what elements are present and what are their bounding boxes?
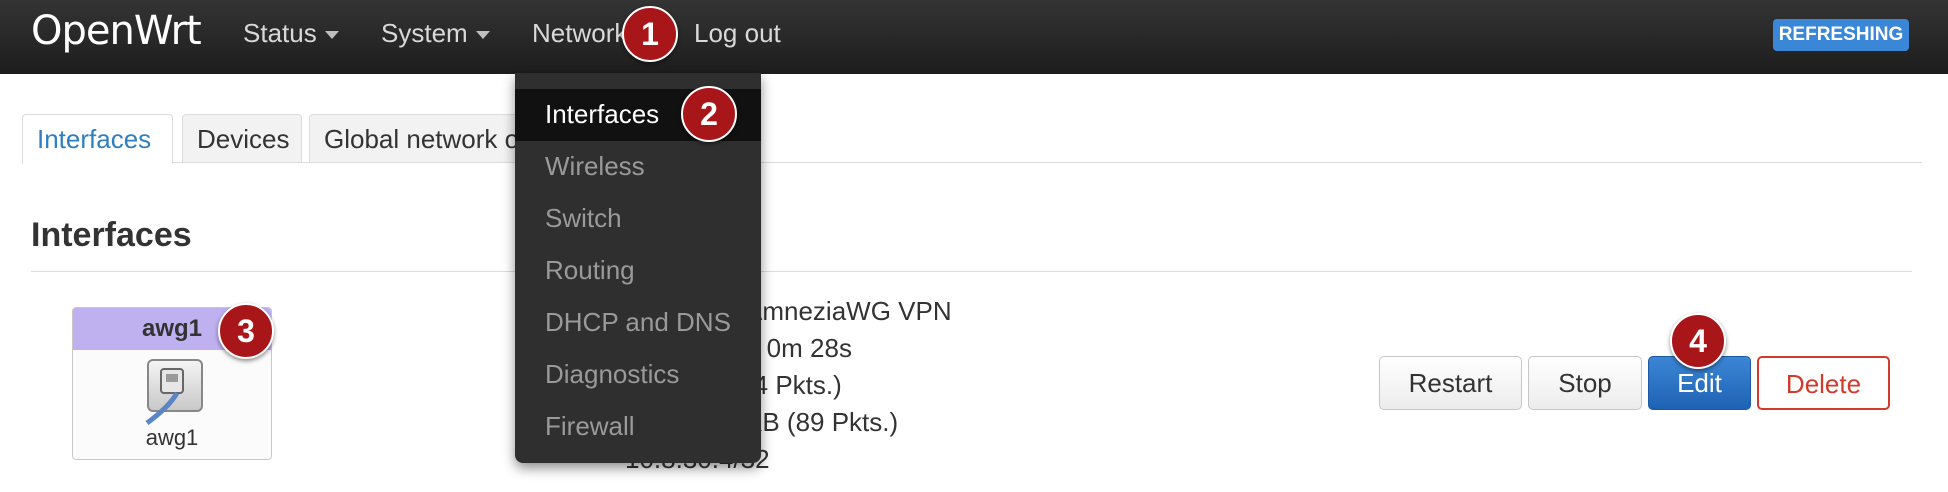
nav-logout[interactable]: Log out — [694, 18, 781, 49]
stop-button[interactable]: Stop — [1528, 356, 1642, 410]
nav-system[interactable]: System — [381, 18, 490, 49]
tab-interfaces[interactable]: Interfaces — [22, 114, 173, 164]
top-navbar: OpenWrt Status System Network Log out RE… — [0, 0, 1948, 74]
interface-uptime: n 0m 28s — [745, 333, 852, 363]
nav-network-label: Network — [532, 18, 628, 48]
chevron-down-icon — [324, 31, 339, 40]
menu-item-dhcp-dns[interactable]: DHCP and DNS — [545, 307, 731, 338]
interface-protocol: AmneziaWG VPN — [745, 296, 952, 326]
nav-network[interactable]: Network — [532, 18, 627, 49]
menu-item-diagnostics[interactable]: Diagnostics — [545, 359, 679, 390]
chevron-down-icon — [475, 31, 490, 40]
nav-system-label: System — [381, 18, 468, 48]
step-marker-4: 4 — [1670, 313, 1726, 369]
refreshing-badge[interactable]: REFRESHING — [1773, 19, 1909, 51]
menu-item-switch[interactable]: Switch — [545, 203, 622, 234]
step-marker-2: 2 — [681, 86, 737, 142]
tab-devices[interactable]: Devices — [182, 114, 302, 162]
nav-status-label: Status — [243, 18, 317, 48]
delete-button[interactable]: Delete — [1757, 356, 1890, 410]
restart-button[interactable]: Restart — [1379, 356, 1522, 410]
menu-item-wireless[interactable]: Wireless — [545, 151, 645, 182]
brand-logo[interactable]: OpenWrt — [31, 8, 202, 54]
ethernet-port-icon — [145, 359, 203, 426]
menu-item-routing[interactable]: Routing — [545, 255, 635, 286]
nav-status[interactable]: Status — [243, 18, 339, 49]
page-title: Interfaces — [31, 216, 192, 254]
step-marker-1: 1 — [622, 6, 678, 62]
menu-item-interfaces[interactable]: Interfaces — [545, 99, 659, 130]
tab-global-network-options[interactable]: Global network o — [309, 114, 549, 162]
step-marker-3: 3 — [218, 303, 274, 359]
section-divider — [31, 271, 1912, 272]
nav-logout-label: Log out — [694, 18, 781, 48]
tab-bar: Interfaces Devices Global network o — [22, 114, 1922, 164]
interface-device-label: awg1 — [145, 425, 199, 450]
interface-tx: KB (89 Pkts.) — [745, 407, 899, 437]
menu-item-firewall[interactable]: Firewall — [545, 411, 635, 442]
